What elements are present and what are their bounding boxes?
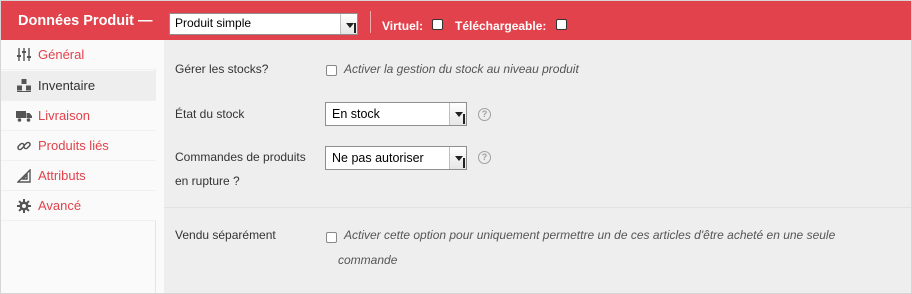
tab-inventory[interactable]: Inventaire xyxy=(1,71,156,101)
downloadable-label: Téléchargeable: xyxy=(455,19,547,33)
backorders-label-line2: en rupture ? xyxy=(175,174,240,188)
product-data-tabs: Général Inventaire Livraison Produits li… xyxy=(1,40,156,293)
product-data-panel: Données Produit — Produit simple Virtuel… xyxy=(0,0,912,294)
header-divider xyxy=(370,11,371,33)
tab-general[interactable]: Général xyxy=(1,40,156,70)
stock-status-select[interactable]: En stock xyxy=(325,102,467,126)
backorders-value: Ne pas autoriser xyxy=(332,151,424,165)
help-icon[interactable]: ? xyxy=(478,108,491,121)
set-square-icon xyxy=(16,168,32,184)
stock-status-label: État du stock xyxy=(175,107,245,121)
sold-individually-label: Vendu séparément xyxy=(175,228,276,242)
tab-linked-products-label: Produits liés xyxy=(38,138,109,153)
tab-general-label: Général xyxy=(38,47,85,62)
truck-icon xyxy=(16,108,32,124)
tab-attributes-label: Attributs xyxy=(38,168,86,183)
sold-individually-checkbox[interactable] xyxy=(326,232,337,243)
product-data-title: Données Produit — xyxy=(18,12,153,29)
chevron-down-icon xyxy=(449,103,466,125)
sliders-icon xyxy=(16,47,32,63)
manage-stock-label: Gérer les stocks? xyxy=(175,62,269,76)
tab-attributes[interactable]: Attributs xyxy=(1,161,156,191)
chevron-down-icon xyxy=(449,147,466,169)
sold-individually-description: Activer cette option pour uniquement per… xyxy=(344,228,836,242)
stock-status-value: En stock xyxy=(332,107,380,121)
backorders-select[interactable]: Ne pas autoriser xyxy=(325,146,467,170)
help-icon[interactable]: ? xyxy=(478,151,491,164)
manage-stock-description: Activer la gestion du stock au niveau pr… xyxy=(344,62,579,76)
tab-shipping-label: Livraison xyxy=(38,108,91,123)
link-icon xyxy=(16,138,32,154)
virtual-label: Virtuel: xyxy=(382,19,424,33)
section-divider xyxy=(164,207,911,208)
boxes-icon xyxy=(16,78,32,94)
product-type-value: Produit simple xyxy=(175,16,252,30)
tab-advanced[interactable]: Avancé xyxy=(1,191,156,221)
backorders-label: Commandes de produits xyxy=(175,150,306,164)
gear-icon xyxy=(16,198,32,214)
downloadable-checkbox[interactable] xyxy=(556,19,567,30)
manage-stock-checkbox[interactable] xyxy=(326,65,337,76)
tab-advanced-label: Avancé xyxy=(38,198,82,213)
tab-inventory-label: Inventaire xyxy=(38,78,96,93)
virtual-checkbox[interactable] xyxy=(432,19,443,30)
tab-linked-products[interactable]: Produits liés xyxy=(1,131,156,161)
tab-shipping[interactable]: Livraison xyxy=(1,101,156,131)
sold-individually-description-line2: commande xyxy=(338,253,398,267)
product-type-select[interactable]: Produit simple xyxy=(169,13,358,35)
chevron-down-icon xyxy=(340,14,357,34)
inventory-options: Gérer les stocks? Activer la gestion du … xyxy=(164,40,911,293)
